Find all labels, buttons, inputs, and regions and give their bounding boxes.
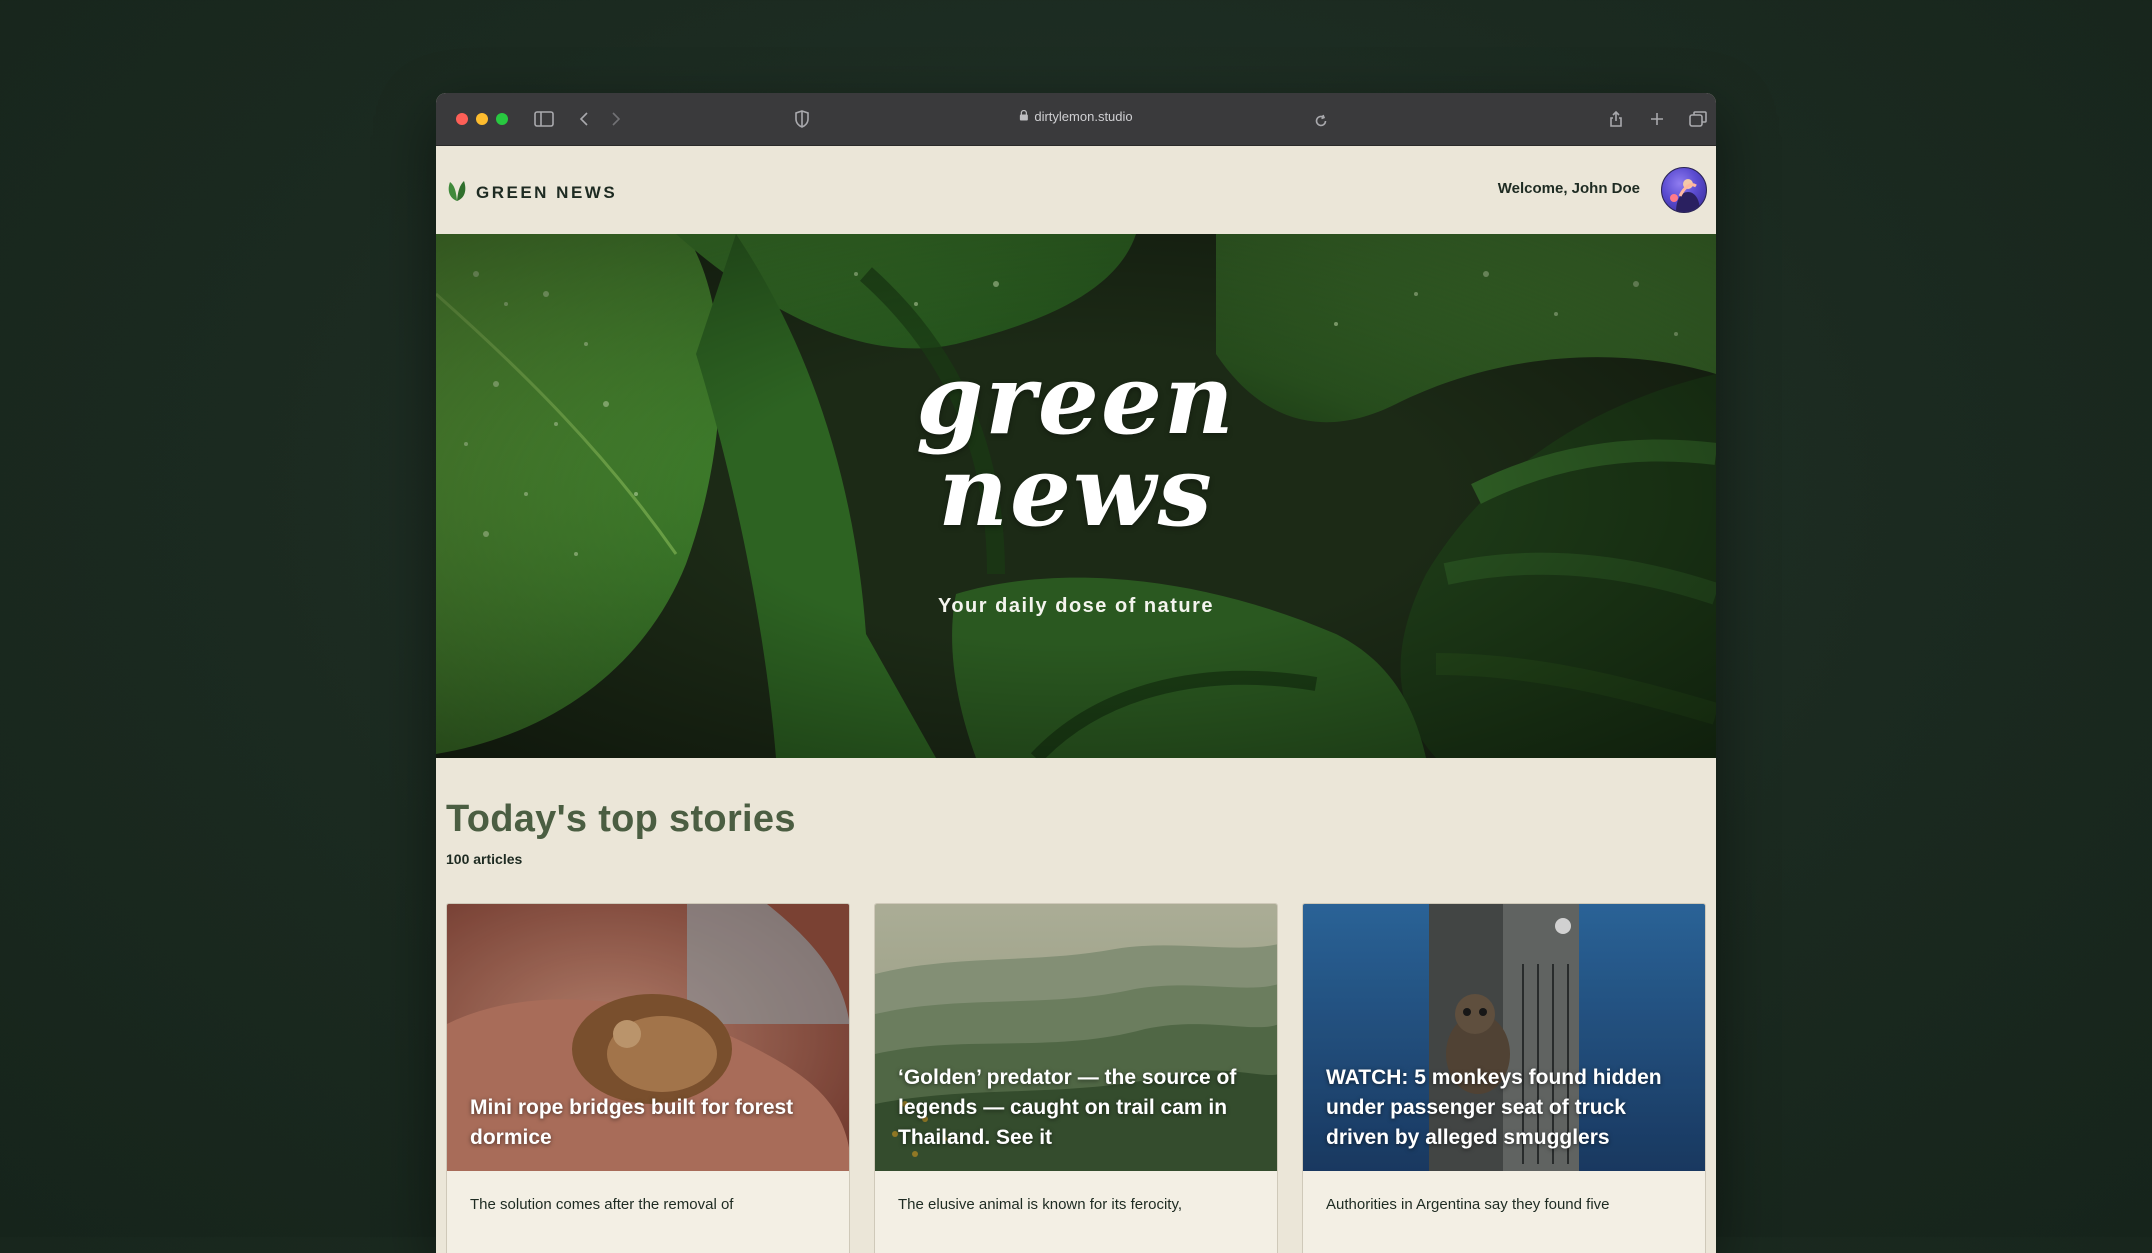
hero-title: green news — [436, 343, 1716, 548]
browser-toolbar: dirtylemon.studio — [436, 93, 1716, 146]
story-cards: Mini rope bridges built for forest dormi… — [446, 903, 1706, 1253]
brand-logo[interactable]: GREEN NEWS — [446, 178, 617, 207]
hero-title-line1: green — [916, 343, 1236, 456]
browser-window: dirtylemon.studio GREEN NEWS Welcome, Jo… — [436, 93, 1716, 1253]
hero-tagline: Your daily dose of nature — [937, 595, 1215, 617]
story-card[interactable]: WATCH: 5 monkeys found hidden under pass… — [1302, 903, 1706, 1253]
window-controls — [456, 113, 508, 125]
url-text: dirtylemon.studio — [1034, 109, 1133, 124]
story-excerpt: Authorities in Argentina say they found … — [1326, 1196, 1610, 1213]
hero-title-line2: news — [938, 435, 1214, 548]
welcome-message: Welcome, John Doe — [1497, 180, 1640, 197]
tab-overview-icon[interactable] — [1686, 107, 1710, 131]
story-card[interactable]: ‘Golden’ predator — the source of legend… — [874, 903, 1278, 1253]
share-icon[interactable] — [1604, 107, 1628, 131]
zoom-window-button[interactable] — [496, 113, 508, 125]
story-title[interactable]: ‘Golden’ predator — the source of legend… — [898, 1063, 1257, 1153]
close-window-button[interactable] — [456, 113, 468, 125]
address-bar[interactable]: dirtylemon.studio — [1019, 109, 1133, 124]
top-stories-section: Today's top stories 100 articles Mini ro… — [436, 798, 1716, 1253]
story-image-dormice: Mini rope bridges built for forest dormi… — [447, 904, 849, 1171]
lock-icon — [1019, 109, 1028, 124]
site-header: GREEN NEWS Welcome, John Doe — [436, 146, 1716, 234]
story-title[interactable]: Mini rope bridges built for forest dormi… — [470, 1093, 829, 1153]
hero-banner: green news Your daily dose of nature — [436, 234, 1716, 758]
story-image-mountains: ‘Golden’ predator — the source of legend… — [875, 904, 1277, 1171]
sidebar-toggle-icon[interactable] — [532, 107, 556, 131]
story-excerpt: The elusive animal is known for its fero… — [898, 1196, 1182, 1213]
forward-icon[interactable] — [604, 107, 628, 131]
new-tab-icon[interactable] — [1645, 107, 1669, 131]
story-card[interactable]: Mini rope bridges built for forest dormi… — [446, 903, 850, 1253]
back-icon[interactable] — [572, 107, 596, 131]
user-avatar[interactable] — [1661, 167, 1707, 213]
privacy-shield-icon[interactable] — [790, 107, 814, 131]
section-heading: Today's top stories — [446, 798, 796, 840]
article-count: 100 articles — [446, 851, 523, 867]
reload-icon[interactable] — [1309, 109, 1333, 133]
story-image-monkeys: WATCH: 5 monkeys found hidden under pass… — [1303, 904, 1705, 1171]
story-excerpt: The solution comes after the removal of — [470, 1196, 734, 1213]
leaf-icon — [446, 178, 468, 207]
brand-name: GREEN NEWS — [476, 182, 618, 202]
minimize-window-button[interactable] — [476, 113, 488, 125]
story-title[interactable]: WATCH: 5 monkeys found hidden under pass… — [1326, 1063, 1685, 1153]
